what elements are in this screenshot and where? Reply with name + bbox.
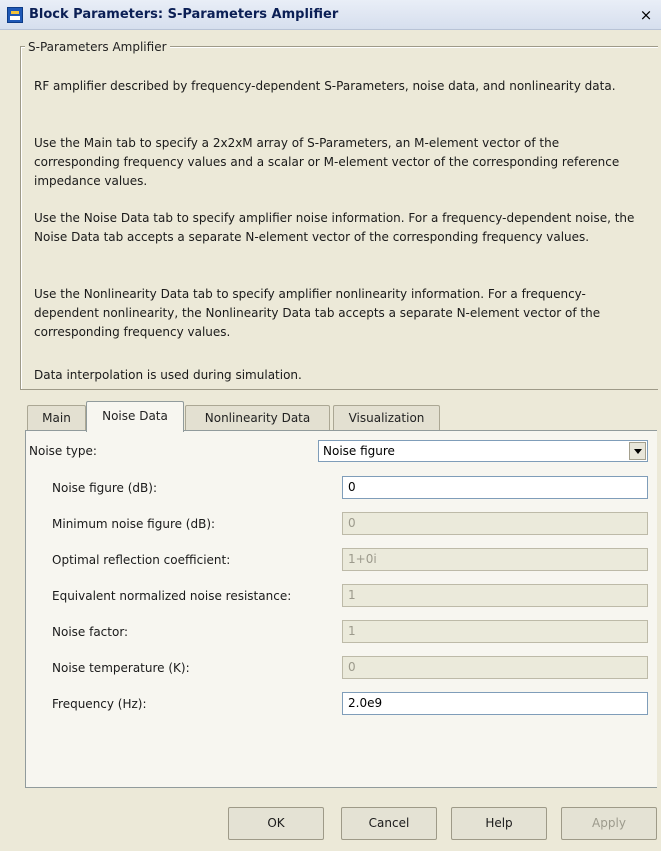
- ok-button[interactable]: OK: [228, 807, 324, 840]
- help-button[interactable]: Help: [451, 807, 547, 840]
- tab-nonlinearity-data[interactable]: Nonlinearity Data: [185, 405, 330, 430]
- description-paragraph: Data interpolation is used during simula…: [34, 368, 302, 382]
- optimal-reflection-coefficient-label: Optimal reflection coefficient:: [52, 553, 231, 567]
- noise-figure-label: Noise figure (dB):: [52, 481, 158, 495]
- noise-resistance-label: Equivalent normalized noise resistance:: [52, 589, 292, 603]
- description-group-title: S-Parameters Amplifier: [25, 40, 170, 54]
- noise-factor-field: 1: [342, 620, 648, 643]
- frequency-field[interactable]: 2.0e9: [342, 692, 648, 715]
- description-paragraph: Use the Main tab to specify a 2x2xM arra…: [34, 136, 620, 188]
- cancel-button[interactable]: Cancel: [341, 807, 437, 840]
- window-title: Block Parameters: S-Parameters Amplifier: [29, 7, 339, 22]
- minimum-noise-figure-field: 0: [342, 512, 648, 535]
- title-bar[interactable]: Block Parameters: S-Parameters Amplifier…: [0, 0, 661, 30]
- simulink-block-icon: [7, 7, 23, 23]
- minimum-noise-figure-label: Minimum noise figure (dB):: [52, 517, 216, 531]
- optimal-reflection-coefficient-field: 1+0i: [342, 548, 648, 571]
- description-paragraph: RF amplifier described by frequency-depe…: [34, 79, 616, 93]
- noise-temperature-label: Noise temperature (K):: [52, 661, 190, 675]
- chevron-down-icon[interactable]: [629, 442, 646, 460]
- noise-resistance-field: 1: [342, 584, 648, 607]
- noise-type-value: Noise figure: [323, 444, 395, 458]
- noise-figure-field[interactable]: 0: [342, 476, 648, 499]
- apply-button: Apply: [561, 807, 657, 840]
- tab-visualization[interactable]: Visualization: [333, 405, 440, 430]
- tab-main[interactable]: Main: [27, 405, 86, 430]
- description-paragraph: Use the Nonlinearity Data tab to specify…: [34, 287, 601, 339]
- description-paragraph: Use the Noise Data tab to specify amplif…: [34, 211, 635, 244]
- noise-type-label: Noise type:: [29, 444, 97, 458]
- close-icon[interactable]: ×: [637, 6, 655, 24]
- noise-type-dropdown[interactable]: Noise figure: [318, 440, 648, 462]
- frequency-label: Frequency (Hz):: [52, 697, 147, 711]
- noise-factor-label: Noise factor:: [52, 625, 129, 639]
- tab-noise-data[interactable]: Noise Data: [86, 401, 184, 432]
- noise-temperature-field: 0: [342, 656, 648, 679]
- block-parameters-dialog: Block Parameters: S-Parameters Amplifier…: [0, 0, 661, 851]
